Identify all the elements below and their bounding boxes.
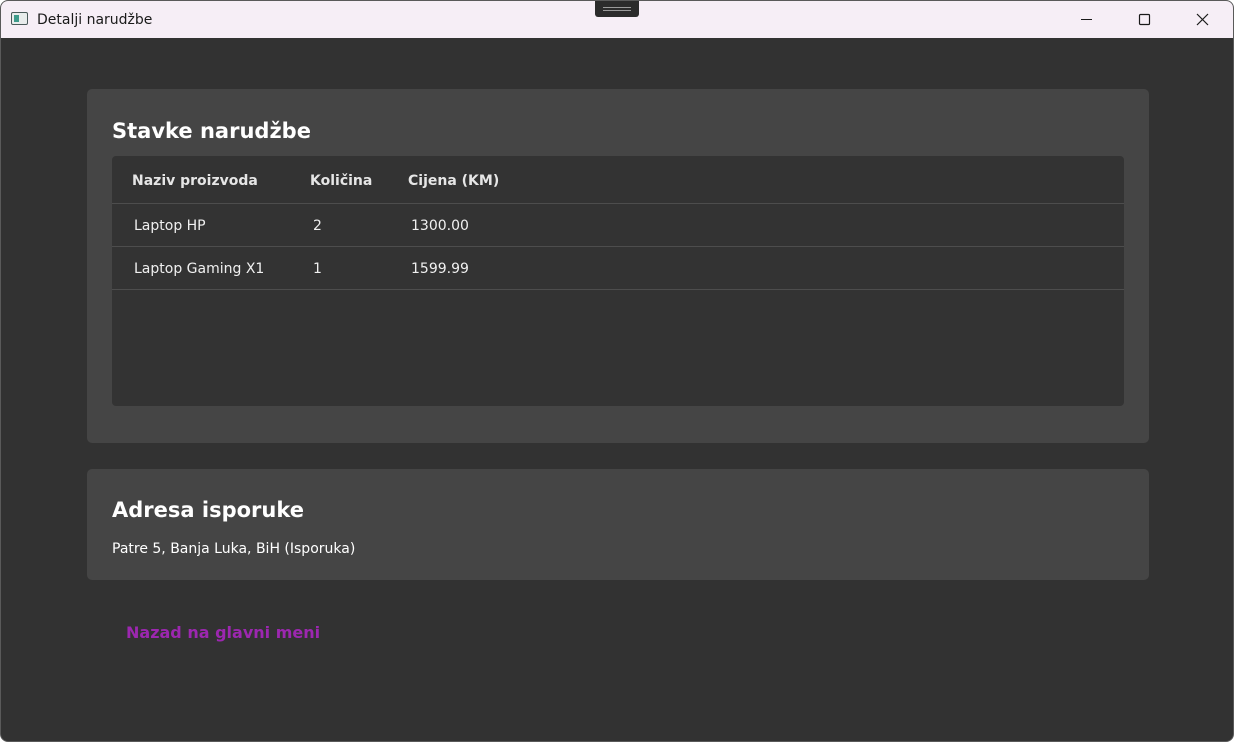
- app-window: Detalji narudžbe Stavke narudžbe Naziv p…: [0, 0, 1234, 742]
- cell-price: 1599.99: [411, 261, 469, 277]
- cell-product-name: Laptop HP: [134, 218, 206, 234]
- table-divider: [112, 289, 1124, 290]
- column-header-product-name[interactable]: Naziv proizvoda: [132, 172, 258, 190]
- close-button[interactable]: [1174, 1, 1232, 38]
- window-title: Detalji narudžbe: [37, 12, 153, 28]
- cell-quantity: 2: [313, 218, 322, 234]
- order-items-table: Naziv proizvoda Količina Cijena (KM) Lap…: [112, 156, 1124, 406]
- shipping-address-title: Adresa isporuke: [112, 498, 304, 522]
- cell-price: 1300.00: [411, 218, 469, 234]
- close-icon: [1196, 13, 1209, 26]
- table-row[interactable]: Laptop HP 2 1300.00: [112, 204, 1124, 247]
- shipping-address-card: Adresa isporuke Patre 5, Banja Luka, BiH…: [87, 469, 1149, 580]
- title-bar[interactable]: Detalji narudžbe: [1, 1, 1233, 38]
- cell-product-name: Laptop Gaming X1: [134, 261, 265, 277]
- shipping-address-text: Patre 5, Banja Luka, BiH (Isporuka): [112, 541, 356, 557]
- minimize-button[interactable]: [1058, 1, 1116, 38]
- order-items-title: Stavke narudžbe: [112, 119, 311, 143]
- maximize-icon: [1138, 13, 1151, 26]
- table-row[interactable]: Laptop Gaming X1 1 1599.99: [112, 247, 1124, 290]
- column-header-price[interactable]: Cijena (KM): [408, 172, 499, 190]
- cell-quantity: 1: [313, 261, 322, 277]
- order-items-card: Stavke narudžbe Naziv proizvoda Količina…: [87, 89, 1149, 443]
- app-icon: [11, 12, 28, 25]
- snap-layout-handle[interactable]: [595, 1, 639, 17]
- maximize-button[interactable]: [1116, 1, 1174, 38]
- back-to-main-menu-button[interactable]: Nazad na glavni meni: [126, 623, 320, 643]
- minimize-icon: [1081, 19, 1092, 20]
- column-header-quantity[interactable]: Količina: [310, 172, 372, 190]
